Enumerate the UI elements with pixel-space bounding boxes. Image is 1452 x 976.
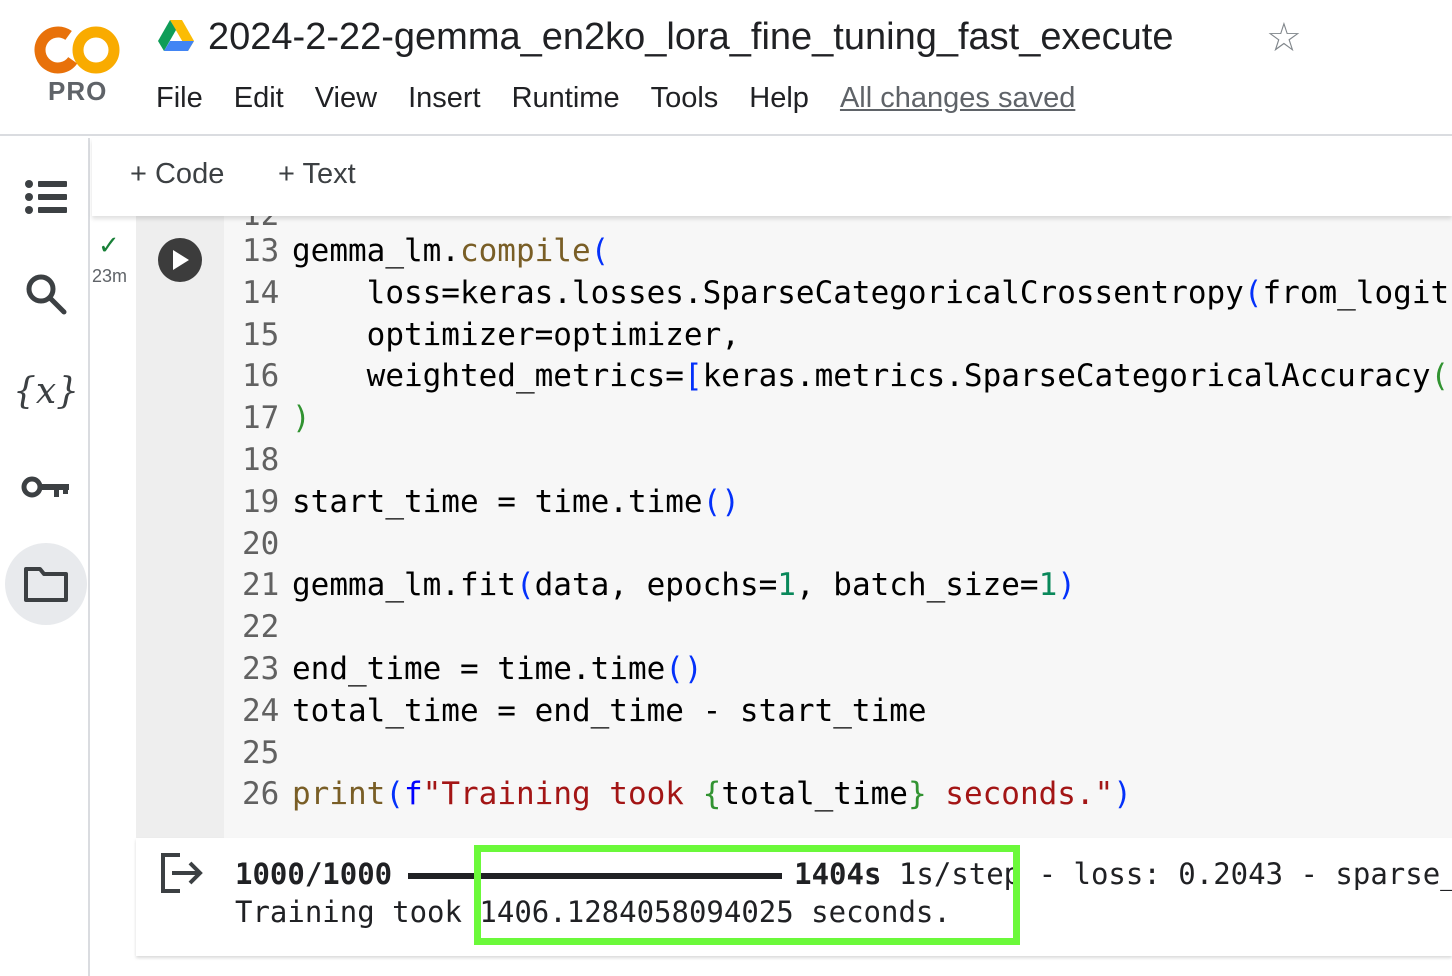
highlight-annotation-box <box>474 845 1020 945</box>
code-line: 19 start_time = time.time() <box>242 481 740 523</box>
folder-icon <box>24 567 68 602</box>
google-drive-icon[interactable] <box>158 20 194 52</box>
menu-view[interactable]: View <box>315 82 377 115</box>
code-line: 23 end_time = time.time() <box>242 648 703 690</box>
code-line: 17) <box>242 397 311 439</box>
line-number: 19 <box>242 483 280 520</box>
notebook-title[interactable]: 2024-2-22-gemma_en2ko_lora_fine_tuning_f… <box>208 16 1173 59</box>
code-text: optimizer=optimizer, <box>292 316 740 353</box>
cell-status-check-icon: ✓ <box>98 230 120 260</box>
code-text: total_time = end_time - start_time <box>292 692 927 729</box>
code-text: ) <box>292 400 311 437</box>
code-editor[interactable]: 12 13gemma_lm.compile(14 loss=keras.loss… <box>224 216 1452 838</box>
app-header: PRO 2024-2-22-gemma_en2ko_lora_fine_tuni… <box>0 0 1452 136</box>
line-number: 25 <box>242 734 280 771</box>
table-of-contents-icon <box>25 180 67 214</box>
code-line: 20 <box>242 523 292 565</box>
menu-edit[interactable]: Edit <box>234 82 284 115</box>
menu-insert[interactable]: Insert <box>408 82 481 115</box>
code-text: gemma_lm.compile( <box>292 233 610 269</box>
line-number: 23 <box>242 651 280 687</box>
save-status-link[interactable]: All changes saved <box>840 82 1075 115</box>
code-text: weighted_metrics=[keras.metrics.SparseCa… <box>292 358 1452 395</box>
line-number: 15 <box>242 316 280 353</box>
output-actions-icon[interactable] <box>158 852 204 894</box>
notebook-toolbar: + Code + Text <box>92 138 1452 216</box>
table-of-contents-button[interactable] <box>5 156 87 238</box>
line-number: 22 <box>242 609 280 646</box>
play-icon <box>173 250 189 270</box>
variables-button[interactable]: {x} <box>5 350 87 432</box>
code-line: 15 optimizer=optimizer, <box>242 314 740 356</box>
menu-runtime[interactable]: Runtime <box>512 82 620 115</box>
line-number: 20 <box>242 525 280 562</box>
line-number: 16 <box>242 358 280 395</box>
menu-bar: File Edit View Insert Runtime Tools Help… <box>156 82 1075 115</box>
code-line: 25 <box>242 732 292 774</box>
line-number: 26 <box>242 776 280 813</box>
pro-badge: PRO <box>48 76 108 106</box>
add-text-button[interactable]: + Text <box>278 158 356 191</box>
code-text: print(f"Training took {total_time} secon… <box>292 776 1132 813</box>
run-cell-button[interactable] <box>158 238 202 282</box>
code-line: 22 <box>242 606 292 648</box>
line-number: 14 <box>242 274 280 311</box>
menu-file[interactable]: File <box>156 82 203 115</box>
code-text: end_time = time.time() <box>292 651 703 687</box>
variables-icon: {x} <box>12 370 80 412</box>
line-number: 21 <box>242 567 280 604</box>
progress-steps: 1000/1000 <box>235 857 393 891</box>
code-line: 26 print(f"Training took {total_time} sec… <box>242 773 1132 815</box>
menu-tools[interactable]: Tools <box>651 82 719 115</box>
code-line: 24 total_time = end_time - start_time <box>242 690 927 732</box>
search-button[interactable] <box>5 253 87 335</box>
code-line: 13 gemma_lm.compile( <box>242 230 609 272</box>
code-line: 16 weighted_metrics=[keras.metrics.Spars… <box>242 355 1452 397</box>
left-sidebar: {x} <box>0 138 90 976</box>
files-button[interactable] <box>5 543 87 625</box>
add-code-button[interactable]: + Code <box>130 158 224 191</box>
star-icon[interactable]: ☆ <box>1266 18 1302 58</box>
key-icon <box>21 476 69 498</box>
line-number: 24 <box>242 692 280 729</box>
secrets-button[interactable] <box>5 446 87 528</box>
code-line: 14 loss=keras.losses.SparseCategoricalCr… <box>242 272 1452 314</box>
line-number: 13 <box>242 233 280 269</box>
code-line: 21 gemma_lm.fit(data, epochs=1, batch_siz… <box>242 564 1076 606</box>
search-icon <box>26 274 67 315</box>
cell-gutter <box>136 216 224 838</box>
cell-exec-time: 23m <box>92 266 128 286</box>
line-number: 18 <box>242 442 280 478</box>
code-text: start_time = time.time() <box>292 483 740 520</box>
code-text: gemma_lm.fit(data, epochs=1, batch_size=… <box>292 567 1076 604</box>
code-line: 18 <box>242 439 292 481</box>
line-number: 17 <box>242 400 280 437</box>
code-text: loss=keras.losses.SparseCategoricalCross… <box>292 274 1452 311</box>
menu-help[interactable]: Help <box>749 82 809 115</box>
